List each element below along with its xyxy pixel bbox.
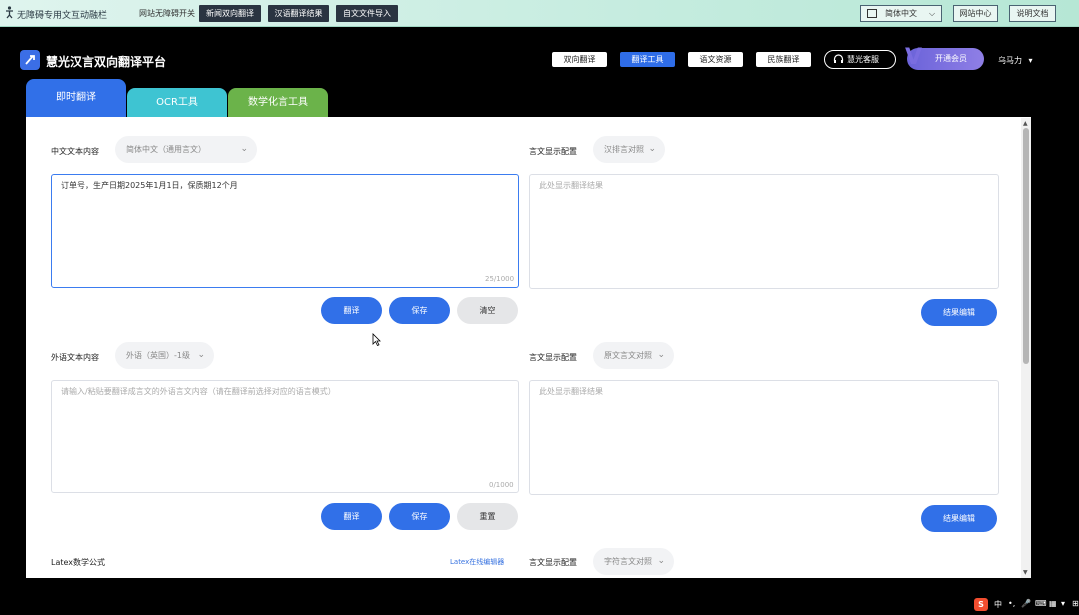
target-select-3-value: 字符言文对照 xyxy=(604,557,652,566)
taskbar xyxy=(0,594,1079,615)
accessibility-toggle-link[interactable]: 网站无障碍开关 xyxy=(139,8,195,19)
mouse-cursor-icon xyxy=(372,333,381,346)
accessibility-bar: 无障碍专用文互动融栏 网站无障碍开关 新闻双向翻译 汉语翻译结果 自文文件导入 … xyxy=(0,0,1079,27)
punctuation-icon: •, xyxy=(1008,599,1016,608)
tab-math[interactable]: 数学化言工具 xyxy=(228,88,328,117)
source-select-2-value: 外语（英国）-1级 xyxy=(126,351,190,360)
accessibility-bar-title: 无障碍专用文互动融栏 xyxy=(17,11,108,21)
acc-button-1[interactable]: 新闻双向翻译 xyxy=(199,5,261,22)
grid-icon: ⊞ xyxy=(1072,599,1079,608)
save-button-1[interactable]: 保存 xyxy=(389,297,450,324)
language-select-value: 简体中文 xyxy=(885,9,917,18)
skin-icon: ▦ xyxy=(1049,599,1057,608)
help-link[interactable]: 说明文档 xyxy=(1009,5,1056,22)
target-select-1[interactable]: 汉排言对照 ⌄ xyxy=(593,136,665,163)
site-logo-icon xyxy=(20,50,40,70)
acc-button-3[interactable]: 自文文件导入 xyxy=(336,5,398,22)
result-edit-button-2[interactable]: 结果编辑 xyxy=(921,505,997,532)
target-output-2: 此处显示翻译结果 xyxy=(529,380,999,495)
chevron-down-icon: ⌄ xyxy=(657,350,665,360)
headset-icon xyxy=(833,54,844,63)
reset-button-2[interactable]: 重置 xyxy=(457,503,518,530)
vip-button[interactable]: V 开通会员 xyxy=(905,45,984,70)
vip-label: 开通会员 xyxy=(935,54,967,63)
chevron-down-icon: ⌄ xyxy=(648,144,656,154)
target-select-1-value: 汉排言对照 xyxy=(604,145,644,154)
source-select-2[interactable]: 外语（英国）-1级 ⌄ xyxy=(115,342,214,369)
source-label-3: Latex数学公式 xyxy=(51,558,106,567)
nav-button-ethnic[interactable]: 民族翻译 xyxy=(756,52,811,67)
target-output-1: 此处显示翻译结果 xyxy=(529,174,999,289)
translation-panel: 中文文本内容 简体中文（通用言文） ⌄ 言文显示配置 汉排言对照 ⌄ 订单号，生… xyxy=(26,117,1031,578)
center-link[interactable]: 网站中心 xyxy=(953,5,998,22)
scrollbar-thumb[interactable] xyxy=(1023,128,1029,364)
result-edit-button-1[interactable]: 结果编辑 xyxy=(921,299,997,326)
tab-ocr[interactable]: OCR工具 xyxy=(127,88,227,117)
acc-button-2[interactable]: 汉语翻译结果 xyxy=(268,5,329,22)
source-select-1[interactable]: 简体中文（通用言文） ⌄ xyxy=(115,136,257,163)
sogou-logo-icon: S xyxy=(974,598,988,611)
target-label-3: 言文显示配置 xyxy=(529,558,577,567)
latex-editor-link[interactable]: Latex在线编辑器 xyxy=(450,557,504,567)
source-textarea-1[interactable]: 订单号，生产日期2025年1月1日，保质期12个月 xyxy=(51,174,519,288)
user-name: 乌马力 xyxy=(998,56,1022,65)
keyboard-icon: ⌨ xyxy=(1035,599,1047,608)
microphone-icon: 🎤 xyxy=(1021,599,1031,608)
translate-button-1[interactable]: 翻译 xyxy=(321,297,382,324)
nav-button-resources[interactable]: 语文资源 xyxy=(688,52,743,67)
chevron-down-icon: ⌄ xyxy=(657,556,665,566)
language-icon xyxy=(867,9,877,18)
target-select-3[interactable]: 字符言文对照 ⌄ xyxy=(593,548,674,575)
scroll-down-icon[interactable]: ▼ xyxy=(1023,569,1028,576)
target-select-2-value: 原文言文对照 xyxy=(604,351,652,360)
accessibility-icon xyxy=(6,6,13,19)
source-label-2: 外语文本内容 xyxy=(51,353,99,362)
tab-instant-translate[interactable]: 即时翻译 xyxy=(26,79,126,117)
save-button-2[interactable]: 保存 xyxy=(389,503,450,530)
nav-button-tools[interactable]: 翻译工具 xyxy=(620,52,675,67)
clear-button-1[interactable]: 清空 xyxy=(457,297,518,324)
chevron-down-icon: ⌄ xyxy=(197,350,205,360)
source-select-1-value: 简体中文（通用言文） xyxy=(126,145,206,154)
source-count-2: 0/1000 xyxy=(489,481,514,489)
user-menu[interactable]: 乌马力 ▾ xyxy=(998,55,1033,66)
scroll-up-icon[interactable]: ▲ xyxy=(1023,120,1028,127)
caret-down-icon: ▾ xyxy=(1028,56,1033,65)
target-label-1: 言文显示配置 xyxy=(529,147,577,156)
shirt-icon: ▾ xyxy=(1061,599,1066,608)
site-header: 慧光汉言双向翻译平台 双向翻译 翻译工具 语文资源 民族翻译 慧光客服 V 开通… xyxy=(0,28,1079,80)
translate-button-2[interactable]: 翻译 xyxy=(321,503,382,530)
target-label-2: 言文显示配置 xyxy=(529,353,577,362)
nav-button-bilingual[interactable]: 双向翻译 xyxy=(552,52,607,67)
site-title: 慧光汉言双向翻译平台 xyxy=(46,55,167,69)
language-select[interactable]: 简体中文 ⌵ xyxy=(860,5,942,22)
chevron-down-icon: ⌵ xyxy=(929,9,936,18)
support-label: 慧光客服 xyxy=(847,55,879,64)
source-label-1: 中文文本内容 xyxy=(51,147,99,156)
source-textarea-2[interactable]: 请输入/粘贴要翻译成言文的外语言文内容（请在翻译前选择对应的语言模式） xyxy=(51,380,519,493)
chevron-down-icon: ⌄ xyxy=(240,144,248,154)
ime-mode: 中 xyxy=(994,600,1002,609)
target-select-2[interactable]: 原文言文对照 ⌄ xyxy=(593,342,674,369)
vip-v-icon: V xyxy=(905,45,923,70)
source-count-1: 25/1000 xyxy=(485,275,515,283)
support-button[interactable]: 慧光客服 xyxy=(824,50,896,69)
